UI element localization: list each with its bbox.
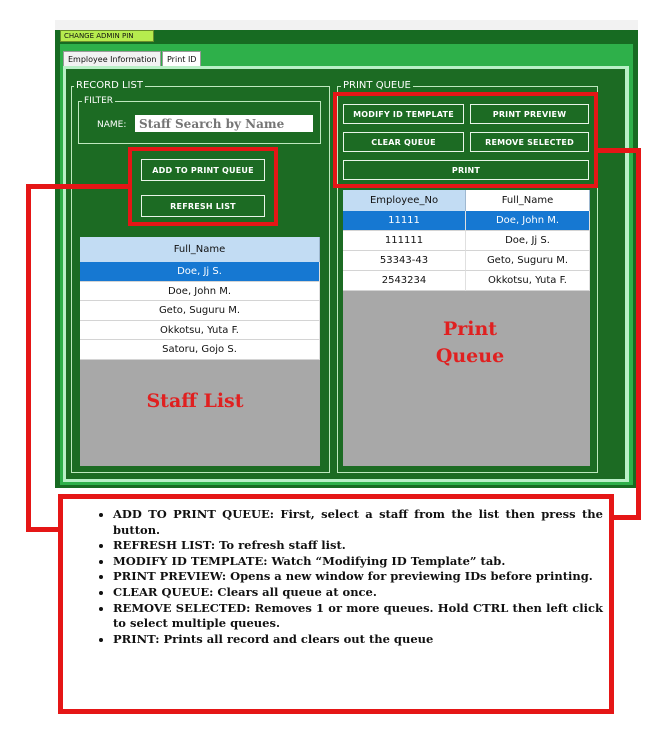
- highlight-record-buttons: [128, 147, 278, 226]
- queue-cell-employee-no[interactable]: 2543234: [343, 271, 466, 291]
- staff-list-annotation: Staff List: [146, 390, 244, 412]
- queue-cell-full-name[interactable]: Okkotsu, Yuta F.: [466, 271, 590, 291]
- tab-employee-information[interactable]: Employee Information: [63, 51, 162, 67]
- print-queue-annotation-line2: Queue: [435, 345, 505, 367]
- connector-line: [26, 527, 62, 532]
- queue-cell-employee-no[interactable]: 111111: [343, 231, 466, 251]
- instruction-item: ADD TO PRINT QUEUE: First, select a staf…: [113, 507, 603, 538]
- connector-line: [26, 184, 132, 189]
- queue-header-employee-no[interactable]: Employee_No: [343, 190, 466, 211]
- queue-cell-employee-no[interactable]: 11111: [343, 211, 466, 231]
- instruction-item: REMOVE SELECTED: Removes 1 or more queue…: [113, 601, 603, 632]
- queue-cell-full-name[interactable]: Geto, Suguru M.: [466, 251, 590, 271]
- staff-list-row[interactable]: Okkotsu, Yuta F.: [80, 320, 320, 341]
- print-queue-annotation: Print Queue: [400, 316, 540, 370]
- staff-list-header-full-name[interactable]: Full_Name: [80, 237, 320, 262]
- queue-cell-full-name[interactable]: Doe, Jj S.: [466, 231, 590, 251]
- instruction-item: CLEAR QUEUE: Clears all queue at once.: [113, 585, 603, 601]
- change-admin-pin-tab[interactable]: CHANGE ADMIN PIN: [60, 30, 154, 42]
- instruction-item: REFRESH LIST: To refresh staff list.: [113, 538, 603, 554]
- staff-list-row[interactable]: Geto, Suguru M.: [80, 301, 320, 321]
- staff-list-row[interactable]: Doe, Jj S.: [80, 262, 320, 282]
- name-label: NAME:: [97, 120, 127, 130]
- instruction-item: MODIFY ID TEMPLATE: Watch “Modifying ID …: [113, 554, 603, 570]
- connector-line: [636, 148, 641, 520]
- print-queue-title: PRINT QUEUE: [341, 80, 413, 92]
- connector-line: [610, 515, 641, 520]
- instruction-item: PRINT: Prints all record and clears out …: [113, 632, 603, 648]
- window-top-strip: [55, 20, 638, 30]
- staff-list[interactable]: Full_Name Doe, Jj S. Doe, John M. Geto, Su…: [80, 237, 320, 466]
- queue-header-full-name[interactable]: Full_Name: [466, 190, 590, 211]
- tab-print-id[interactable]: Print ID: [162, 51, 202, 67]
- instructions-box: ADD TO PRINT QUEUE: First, select a staf…: [58, 494, 614, 714]
- instructions-list: ADD TO PRINT QUEUE: First, select a staf…: [63, 499, 609, 647]
- record-list-title: RECORD LIST: [74, 80, 145, 92]
- print-queue-annotation-line1: Print: [442, 318, 498, 340]
- highlight-queue-buttons: [333, 92, 598, 188]
- queue-cell-full-name[interactable]: Doe, John M.: [466, 211, 590, 231]
- queue-cell-employee-no[interactable]: 53343-43: [343, 251, 466, 271]
- connector-line: [26, 184, 31, 532]
- instruction-item: PRINT PREVIEW: Opens a new window for pr…: [113, 569, 603, 585]
- staff-list-row[interactable]: Doe, John M.: [80, 281, 320, 302]
- staff-list-row[interactable]: Satoru, Gojo S.: [80, 340, 320, 360]
- staff-search-input[interactable]: [135, 115, 313, 132]
- filter-title: FILTER: [82, 95, 116, 107]
- connector-line: [597, 148, 641, 153]
